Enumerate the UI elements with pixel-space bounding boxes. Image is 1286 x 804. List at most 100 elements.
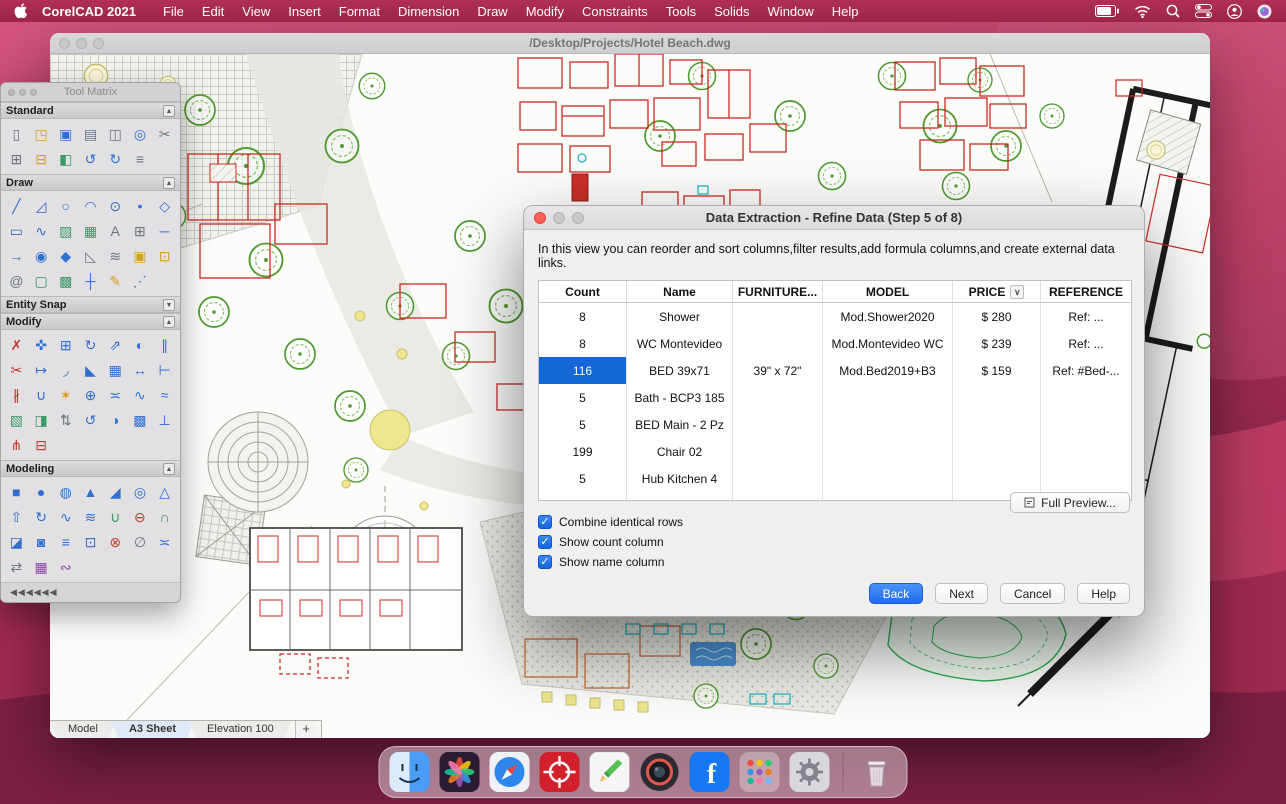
corelcad-dock-icon[interactable] [540, 752, 580, 792]
stretch-icon[interactable]: ↔ [128, 359, 151, 381]
new-icon[interactable]: ▯ [5, 123, 28, 145]
cell-count[interactable]: 199 [539, 438, 627, 465]
pyramid-icon[interactable]: △ [153, 481, 176, 503]
convert-icon[interactable]: ⇄ [5, 556, 28, 578]
dialog-minimize-button[interactable] [553, 212, 565, 224]
cell-price[interactable] [953, 465, 1041, 492]
table-icon[interactable]: ⊞ [128, 220, 151, 242]
cell-model[interactable] [823, 384, 953, 411]
edit-spline-icon[interactable]: ≈ [153, 384, 176, 406]
offset-icon[interactable]: ∥ [153, 334, 176, 356]
menu-item-help[interactable]: Help [823, 4, 868, 19]
menu-item-draw[interactable]: Draw [468, 4, 516, 19]
torus-icon[interactable]: ◎ [128, 481, 151, 503]
zoom-button[interactable] [93, 38, 104, 49]
tab-model[interactable]: Model [50, 721, 116, 738]
weld-icon[interactable]: ⊕ [79, 384, 102, 406]
menu-item-view[interactable]: View [233, 4, 279, 19]
chevron-down-icon[interactable]: ∨ [1010, 285, 1024, 299]
union-icon[interactable]: ∪ [104, 506, 127, 528]
find-icon[interactable]: ◎ [128, 123, 151, 145]
cell-name[interactable]: Chair 02 [627, 438, 733, 465]
3d-align-icon[interactable]: ≍ [153, 531, 176, 553]
help-button[interactable]: Help [1077, 583, 1130, 604]
table-row[interactable]: 8 WC Montevideo Mod.Montevideo WC $ 239 … [539, 330, 1131, 357]
extend-icon[interactable]: ↦ [30, 359, 53, 381]
cell-name[interactable]: WC Montevideo [627, 330, 733, 357]
column-header-furniture[interactable]: FURNITURE... [733, 281, 823, 302]
cell-name[interactable]: BED Main - 2 Pz [627, 411, 733, 438]
donut-icon[interactable]: ◉ [30, 245, 53, 267]
copy-icon[interactable]: ⊞ [5, 148, 28, 170]
menu-item-tools[interactable]: Tools [657, 4, 705, 19]
array-icon[interactable]: ▦ [104, 359, 127, 381]
cell-furniture[interactable] [733, 492, 823, 501]
battery-icon[interactable] [1095, 5, 1119, 17]
cell-count-selected[interactable]: 116 [539, 357, 627, 384]
wipeout-icon[interactable]: ◺ [79, 245, 102, 267]
safari-dock-icon[interactable] [490, 752, 530, 792]
erase-icon[interactable]: ✗ [5, 334, 28, 356]
app-menu-title[interactable]: CorelCAD 2021 [42, 4, 136, 19]
save-icon[interactable]: ▣ [54, 123, 77, 145]
window-titlebar[interactable]: /Desktop/Projects/Hotel Beach.dwg [50, 33, 1210, 54]
change-layer-icon[interactable]: ⇅ [54, 409, 77, 431]
cell-furniture[interactable] [733, 438, 823, 465]
circle-icon[interactable]: ○ [54, 195, 77, 217]
cell-name[interactable]: Bath - BCP3 185 [627, 384, 733, 411]
cell-model[interactable] [823, 438, 953, 465]
format-paint-icon[interactable]: ◧ [54, 148, 77, 170]
collapse-toggle-icon[interactable]: ▲ [163, 463, 175, 475]
undo-icon[interactable]: ↺ [79, 148, 102, 170]
menu-item-dimension[interactable]: Dimension [389, 4, 468, 19]
attribute-icon[interactable]: @ [5, 270, 28, 292]
sphere-icon[interactable]: ● [30, 481, 53, 503]
paste-icon[interactable]: ⊟ [30, 148, 53, 170]
cell-reference[interactable] [1041, 438, 1131, 465]
cell-reference[interactable] [1041, 384, 1131, 411]
dialog-close-button[interactable] [534, 212, 546, 224]
arc-icon[interactable]: ◠ [79, 195, 102, 217]
cell-reference[interactable]: Ref: #Bed-... [1041, 357, 1131, 384]
cell-count[interactable]: 5 [539, 465, 627, 492]
mesh-icon[interactable]: ▦ [30, 556, 53, 578]
cell-name[interactable]: Sink Bath - Mod... [627, 492, 733, 501]
control-center-icon[interactable] [1195, 4, 1212, 18]
revolve-icon[interactable]: ↻ [30, 506, 53, 528]
subtract-icon[interactable]: ⊖ [128, 506, 151, 528]
edit-hatch-icon[interactable]: ▧ [5, 409, 28, 431]
cell-furniture[interactable] [733, 465, 823, 492]
checkbox-checked-icon[interactable]: ✓ [538, 515, 552, 529]
cell-price[interactable] [953, 438, 1041, 465]
collapse-toggle-icon[interactable]: ▲ [163, 316, 175, 328]
cell-name[interactable]: Shower [627, 303, 733, 330]
solid-icon[interactable]: ◆ [54, 245, 77, 267]
infinite-line-icon[interactable]: ─ [153, 220, 176, 242]
camera-app-dock-icon[interactable] [640, 752, 680, 792]
cell-count[interactable]: 8 [539, 330, 627, 357]
add-sheet-button[interactable]: + [295, 721, 317, 738]
search-icon[interactable] [1166, 4, 1180, 18]
column-header-model[interactable]: MODEL [823, 281, 953, 302]
move-icon[interactable]: ✜ [30, 334, 53, 356]
edit-polyline-icon[interactable]: ∿ [128, 384, 151, 406]
user-icon[interactable] [1227, 4, 1242, 19]
properties-icon[interactable]: ≡ [128, 148, 151, 170]
ray-icon[interactable]: → [5, 245, 28, 267]
break-icon[interactable]: ∦ [5, 384, 28, 406]
cell-model[interactable] [823, 492, 953, 501]
copy-entity-icon[interactable]: ⊞ [54, 334, 77, 356]
tab-a3-sheet[interactable]: A3 Sheet [111, 721, 194, 738]
chamfer-icon[interactable]: ◣ [79, 359, 102, 381]
table-row[interactable]: 5 Hub Kitchen 4 [539, 465, 1131, 492]
mirror-icon[interactable]: ◐ [128, 334, 151, 356]
cell-count[interactable]: 5 [539, 384, 627, 411]
insert-block-icon[interactable]: ⊡ [153, 245, 176, 267]
menu-item-solids[interactable]: Solids [705, 4, 758, 19]
cell-price[interactable] [953, 411, 1041, 438]
collapse-toggle-icon[interactable]: ▲ [163, 105, 175, 117]
array-3d-icon[interactable]: ▩ [128, 409, 151, 431]
polygon-icon[interactable]: ◇ [153, 195, 176, 217]
collapse-arrows-icon[interactable]: ◀◀◀◀◀◀ [10, 587, 58, 598]
cell-model[interactable] [823, 465, 953, 492]
